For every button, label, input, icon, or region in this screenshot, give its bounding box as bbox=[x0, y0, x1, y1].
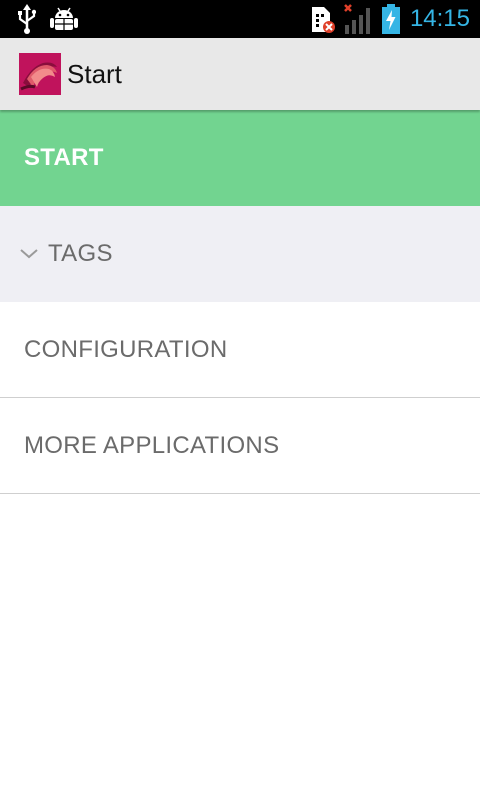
menu-item-configuration[interactable]: CONFIGURATION bbox=[0, 302, 480, 398]
navigation-menu: START TAGS CONFIGURATION MORE APPLICATIO… bbox=[0, 110, 480, 494]
sim-error-icon bbox=[310, 0, 336, 38]
menu-item-label: CONFIGURATION bbox=[24, 335, 228, 363]
usb-icon bbox=[16, 0, 38, 38]
action-bar: Start bbox=[0, 38, 480, 110]
chevron-down-icon bbox=[19, 244, 39, 264]
menu-item-tags[interactable]: TAGS bbox=[0, 206, 480, 302]
android-debug-icon bbox=[50, 0, 78, 38]
menu-item-more-applications[interactable]: MORE APPLICATIONS bbox=[0, 398, 480, 494]
menu-item-start[interactable]: START bbox=[0, 110, 480, 206]
menu-item-label: MORE APPLICATIONS bbox=[24, 431, 280, 459]
page-title: Start bbox=[67, 59, 122, 89]
signal-no-service-icon bbox=[343, 0, 375, 38]
battery-charging-icon bbox=[380, 0, 402, 38]
clock: 14:15 bbox=[409, 5, 470, 32]
app-logo-icon[interactable] bbox=[19, 53, 61, 95]
status-bar: 14:15 bbox=[0, 0, 480, 38]
menu-item-label: TAGS bbox=[48, 240, 113, 267]
menu-item-label: START bbox=[24, 144, 104, 171]
